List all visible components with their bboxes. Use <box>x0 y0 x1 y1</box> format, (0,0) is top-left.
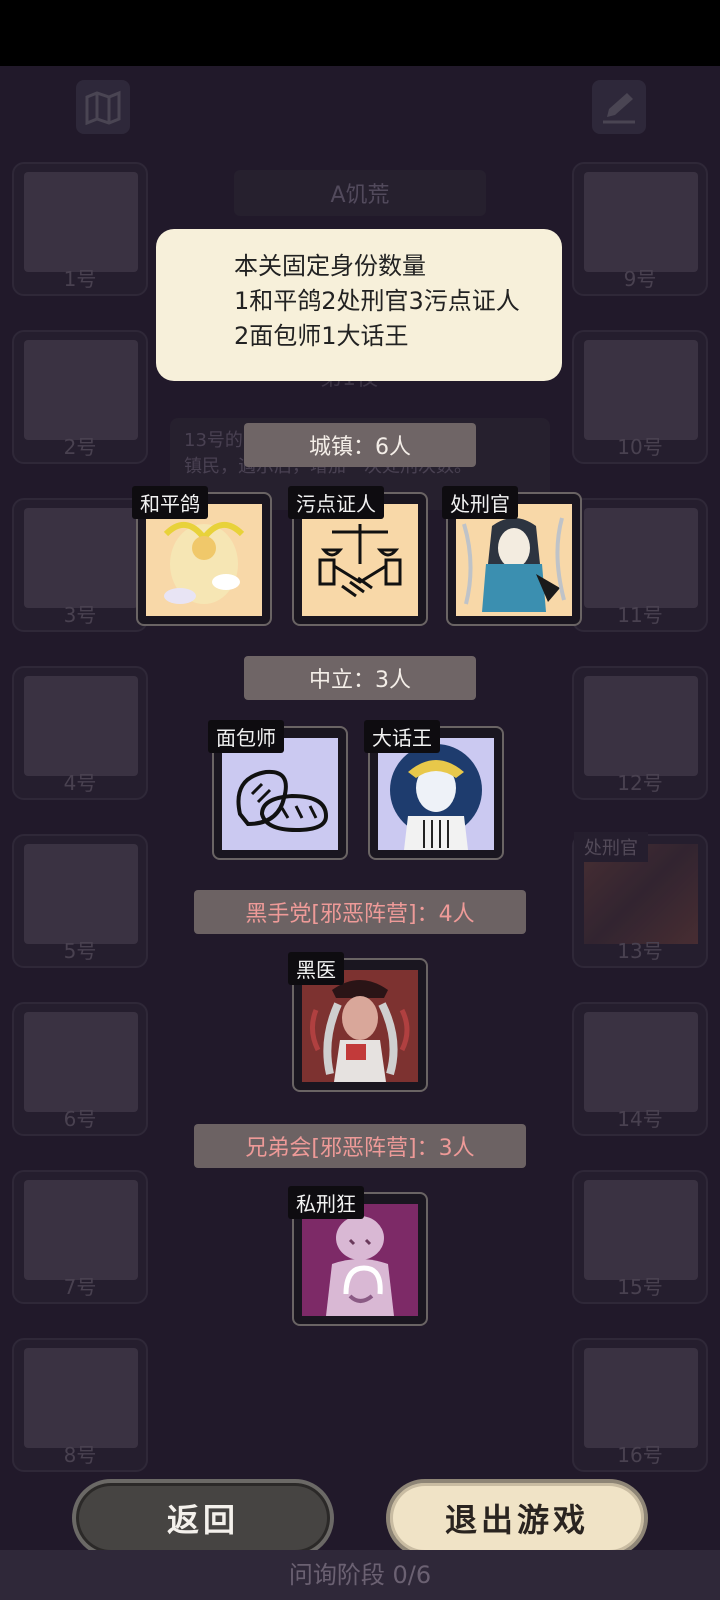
role-card-black-doctor[interactable]: 黑医 <box>288 952 428 1092</box>
role-name: 处刑官 <box>442 486 518 519</box>
role-name: 和平鸽 <box>132 486 208 519</box>
exit-game-button[interactable]: 退出游戏 <box>386 1479 648 1557</box>
neutral-section-header: 中立：3人 <box>244 656 476 700</box>
peace-dove-portrait <box>146 504 262 616</box>
role-count-tooltip: 本关固定身份数量 1和平鸽2处刑官3污点证人 2面包师1大话王 <box>156 229 562 381</box>
black-doctor-portrait <box>302 970 418 1082</box>
status-bar <box>0 0 720 66</box>
town-section-header: 城镇：6人 <box>244 423 476 467</box>
role-card-tainted-witness[interactable]: 污点证人 <box>288 486 428 626</box>
role-card-baker[interactable]: 面包师 <box>208 720 348 860</box>
mafia-section-header: 黑手党[邪恶阵营]：4人 <box>194 890 526 934</box>
scales-handshake-icon <box>302 504 418 616</box>
bread-icon <box>222 738 338 850</box>
tooltip-line: 2面包师1大话王 <box>234 322 409 350</box>
role-card-liar-king[interactable]: 大话王 <box>364 720 504 860</box>
role-name: 大话王 <box>364 720 440 753</box>
role-card-vigilante[interactable]: 私刑狂 <box>288 1186 428 1326</box>
role-card-peace-dove[interactable]: 和平鸽 <box>132 486 272 626</box>
role-card-executioner[interactable]: 处刑官 <box>442 486 582 626</box>
role-name: 私刑狂 <box>288 1186 364 1219</box>
tooltip-line: 本关固定身份数量 <box>234 252 426 280</box>
vigilante-portrait <box>302 1204 418 1316</box>
back-button[interactable]: 返回 <box>72 1479 334 1557</box>
role-name: 面包师 <box>208 720 284 753</box>
role-name: 黑医 <box>288 952 344 985</box>
phase-status: 问询阶段 0/6 <box>0 1550 720 1600</box>
role-name: 污点证人 <box>288 486 384 519</box>
tooltip-line: 1和平鸽2处刑官3污点证人 <box>234 287 520 315</box>
liar-king-portrait <box>378 738 494 850</box>
brotherhood-section-header: 兄弟会[邪恶阵营]：3人 <box>194 1124 526 1168</box>
executioner-portrait <box>456 504 572 616</box>
